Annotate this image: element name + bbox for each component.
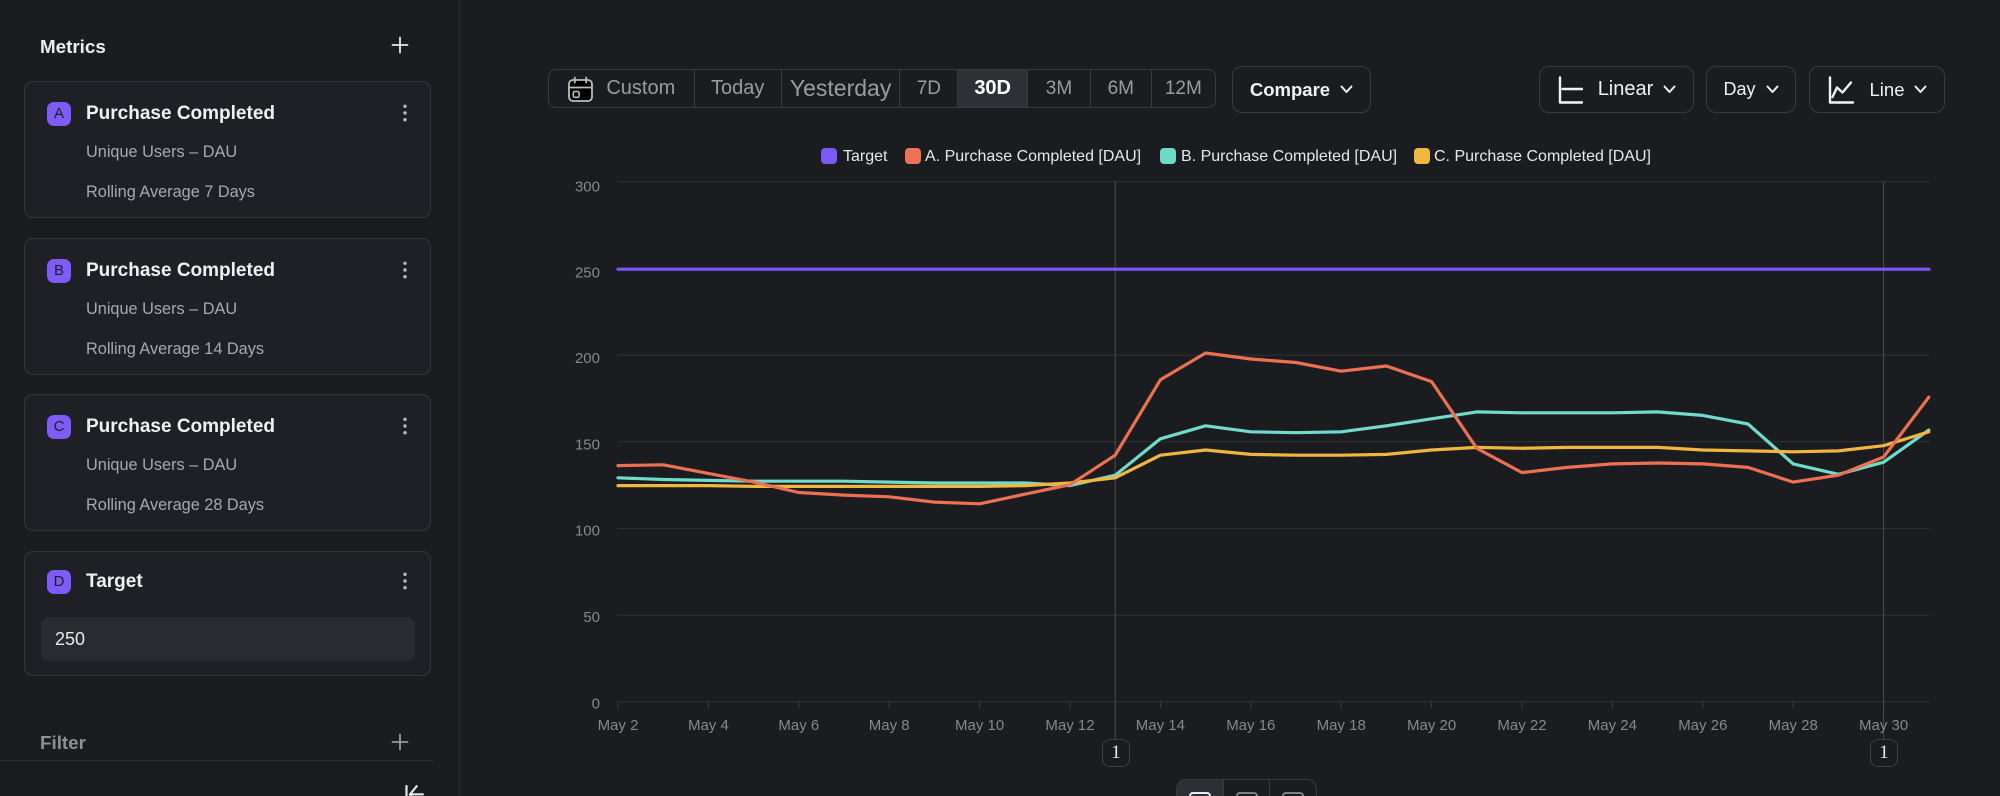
svg-text:May 6: May 6 bbox=[778, 717, 819, 734]
svg-text:May 16: May 16 bbox=[1226, 717, 1275, 734]
svg-text:200: 200 bbox=[575, 350, 600, 367]
svg-text:May 12: May 12 bbox=[1045, 717, 1094, 734]
svg-text:May 2: May 2 bbox=[598, 717, 639, 734]
svg-text:May 24: May 24 bbox=[1588, 717, 1637, 734]
svg-text:0: 0 bbox=[592, 696, 600, 713]
svg-text:May 10: May 10 bbox=[955, 717, 1004, 734]
svg-text:100: 100 bbox=[575, 523, 600, 540]
svg-text:250: 250 bbox=[575, 264, 600, 281]
svg-text:300: 300 bbox=[575, 179, 600, 196]
svg-text:May 14: May 14 bbox=[1136, 717, 1185, 734]
svg-text:May 4: May 4 bbox=[688, 717, 729, 734]
svg-text:May 8: May 8 bbox=[869, 717, 910, 734]
svg-text:May 26: May 26 bbox=[1678, 717, 1727, 734]
svg-text:May 20: May 20 bbox=[1407, 717, 1456, 734]
svg-text:50: 50 bbox=[583, 609, 600, 626]
svg-text:May 22: May 22 bbox=[1497, 717, 1546, 734]
svg-text:150: 150 bbox=[575, 436, 600, 453]
svg-text:May 28: May 28 bbox=[1769, 717, 1818, 734]
svg-text:May 18: May 18 bbox=[1317, 717, 1366, 734]
svg-text:May 30: May 30 bbox=[1859, 717, 1908, 734]
